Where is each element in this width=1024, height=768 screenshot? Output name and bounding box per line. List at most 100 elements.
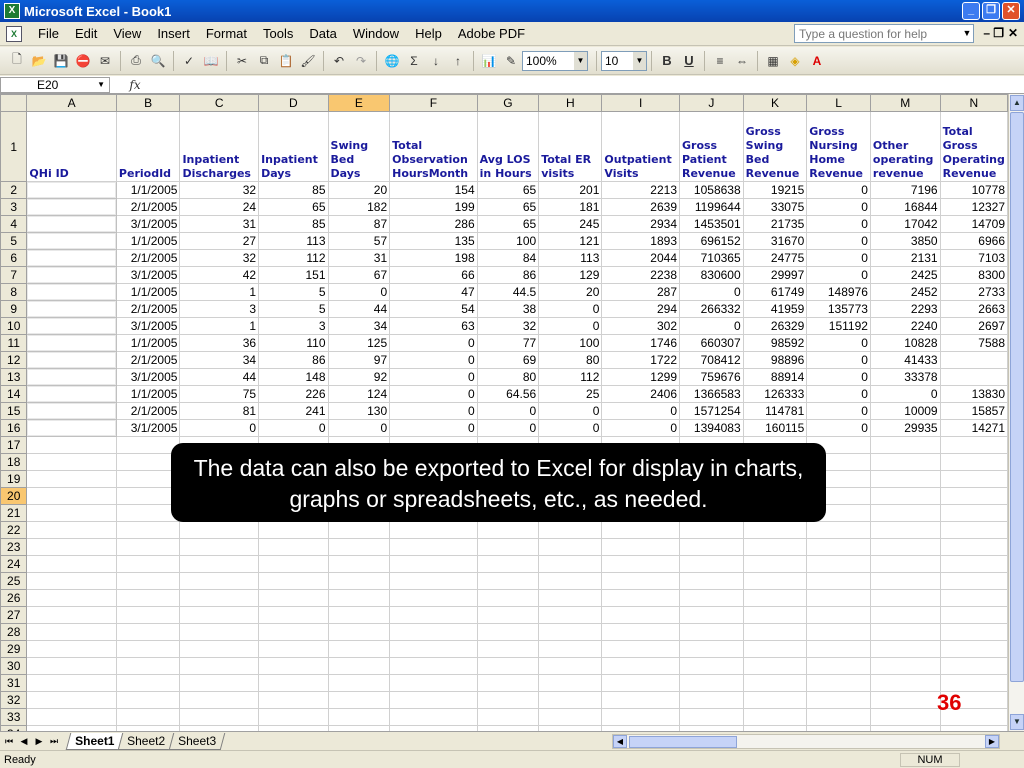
table-cell[interactable]: 0 xyxy=(679,317,744,335)
table-cell[interactable]: 38 xyxy=(476,300,540,318)
table-cell[interactable] xyxy=(939,368,1008,386)
table-cell[interactable] xyxy=(601,538,680,556)
sort-ascending-icon[interactable]: ↓ xyxy=(427,52,445,70)
table-cell[interactable] xyxy=(742,674,808,692)
table-cell[interactable] xyxy=(26,181,117,199)
redo-icon[interactable]: ↷ xyxy=(352,52,370,70)
table-cell[interactable] xyxy=(26,572,117,590)
print-icon[interactable]: ⎙ xyxy=(127,52,145,70)
table-cell[interactable]: 97 xyxy=(327,351,391,369)
column-header-h[interactable]: H xyxy=(538,94,603,112)
table-cell[interactable]: 0 xyxy=(389,368,478,386)
sheet-tab-sheet2[interactable]: Sheet2 xyxy=(118,732,175,750)
menu-file[interactable]: File xyxy=(30,26,67,41)
table-cell[interactable]: 34 xyxy=(179,351,260,369)
menu-window[interactable]: Window xyxy=(345,26,407,41)
table-cell[interactable] xyxy=(26,385,117,403)
table-cell[interactable] xyxy=(389,674,478,692)
table-cell[interactable]: 32 xyxy=(179,181,260,199)
table-cell[interactable]: 2733 xyxy=(939,283,1008,301)
table-cell[interactable]: 660307 xyxy=(679,334,744,352)
table-cell[interactable]: 29997 xyxy=(742,266,808,284)
table-cell[interactable] xyxy=(939,538,1008,556)
table-cell[interactable] xyxy=(327,521,391,539)
table-cell[interactable]: 0 xyxy=(806,181,871,199)
table-cell[interactable] xyxy=(939,640,1008,658)
table-cell[interactable] xyxy=(327,657,391,675)
table-cell[interactable]: 21735 xyxy=(742,215,808,233)
table-cell[interactable] xyxy=(26,317,117,335)
table-cell[interactable] xyxy=(742,538,808,556)
chart-wizard-icon[interactable]: 📊 xyxy=(480,52,498,70)
table-cell[interactable] xyxy=(327,640,391,658)
row-header[interactable]: 28 xyxy=(0,623,28,641)
table-cell[interactable] xyxy=(115,521,181,539)
table-cell[interactable] xyxy=(258,674,329,692)
table-cell[interactable] xyxy=(742,691,808,709)
table-cell[interactable] xyxy=(742,623,808,641)
table-cell[interactable]: 0 xyxy=(327,419,391,437)
table-cell[interactable]: 32 xyxy=(476,317,540,335)
row-header[interactable]: 15 xyxy=(0,402,28,420)
table-cell[interactable]: 69 xyxy=(476,351,540,369)
column-header-m[interactable]: M xyxy=(869,94,941,112)
research-icon[interactable]: 📖 xyxy=(202,52,220,70)
table-cell[interactable] xyxy=(869,487,941,505)
spelling-icon[interactable]: ✓ xyxy=(180,52,198,70)
table-cell[interactable]: 44.5 xyxy=(476,283,540,301)
column-title-cell[interactable]: PeriodId xyxy=(115,111,181,182)
table-cell[interactable]: 88914 xyxy=(742,368,808,386)
table-cell[interactable]: 198 xyxy=(389,249,478,267)
table-cell[interactable]: 110 xyxy=(258,334,329,352)
table-cell[interactable] xyxy=(26,266,117,284)
row-header[interactable]: 33 xyxy=(0,708,28,726)
table-cell[interactable] xyxy=(179,691,260,709)
column-title-cell[interactable]: Gross Nursing Home Revenue xyxy=(806,111,871,182)
table-cell[interactable] xyxy=(258,589,329,607)
table-cell[interactable] xyxy=(26,504,117,522)
table-cell[interactable] xyxy=(327,606,391,624)
table-cell[interactable] xyxy=(26,606,117,624)
table-cell[interactable] xyxy=(476,589,540,607)
table-cell[interactable]: 1/1/2005 xyxy=(115,334,181,352)
menu-insert[interactable]: Insert xyxy=(149,26,198,41)
table-cell[interactable]: 31670 xyxy=(742,232,808,250)
table-cell[interactable]: 1/1/2005 xyxy=(115,232,181,250)
table-cell[interactable]: 2934 xyxy=(601,215,680,233)
table-cell[interactable]: 36 xyxy=(179,334,260,352)
workbook-minimize-icon[interactable]: – xyxy=(983,26,990,40)
row-header[interactable]: 17 xyxy=(0,436,28,454)
print-preview-icon[interactable]: 🔍 xyxy=(149,52,167,70)
undo-icon[interactable]: ↶ xyxy=(330,52,348,70)
table-cell[interactable] xyxy=(538,674,603,692)
table-cell[interactable] xyxy=(939,487,1008,505)
row-header[interactable]: 18 xyxy=(0,453,28,471)
table-cell[interactable]: 286 xyxy=(389,215,478,233)
table-cell[interactable] xyxy=(26,283,117,301)
column-title-cell[interactable]: Total Gross Operating Revenue xyxy=(939,111,1008,182)
table-cell[interactable]: 0 xyxy=(806,215,871,233)
row-header[interactable]: 4 xyxy=(0,215,28,233)
table-cell[interactable] xyxy=(389,521,478,539)
table-cell[interactable]: 0 xyxy=(601,419,680,437)
table-cell[interactable]: 708412 xyxy=(679,351,744,369)
table-cell[interactable]: 5 xyxy=(258,300,329,318)
table-cell[interactable]: 1 xyxy=(179,317,260,335)
row-header[interactable]: 6 xyxy=(0,249,28,267)
table-cell[interactable] xyxy=(389,623,478,641)
table-cell[interactable] xyxy=(869,606,941,624)
table-cell[interactable] xyxy=(476,606,540,624)
table-cell[interactable] xyxy=(679,640,744,658)
table-cell[interactable]: 0 xyxy=(806,419,871,437)
column-header-c[interactable]: C xyxy=(179,94,260,112)
table-cell[interactable]: 65 xyxy=(476,198,540,216)
table-cell[interactable] xyxy=(806,708,871,726)
table-cell[interactable] xyxy=(869,436,941,454)
table-cell[interactable] xyxy=(538,640,603,658)
table-cell[interactable]: 2/1/2005 xyxy=(115,351,181,369)
table-cell[interactable] xyxy=(327,691,391,709)
table-cell[interactable] xyxy=(476,640,540,658)
scroll-left-icon[interactable]: ◀ xyxy=(613,735,627,748)
table-cell[interactable]: 0 xyxy=(327,283,391,301)
table-cell[interactable]: 0 xyxy=(806,368,871,386)
